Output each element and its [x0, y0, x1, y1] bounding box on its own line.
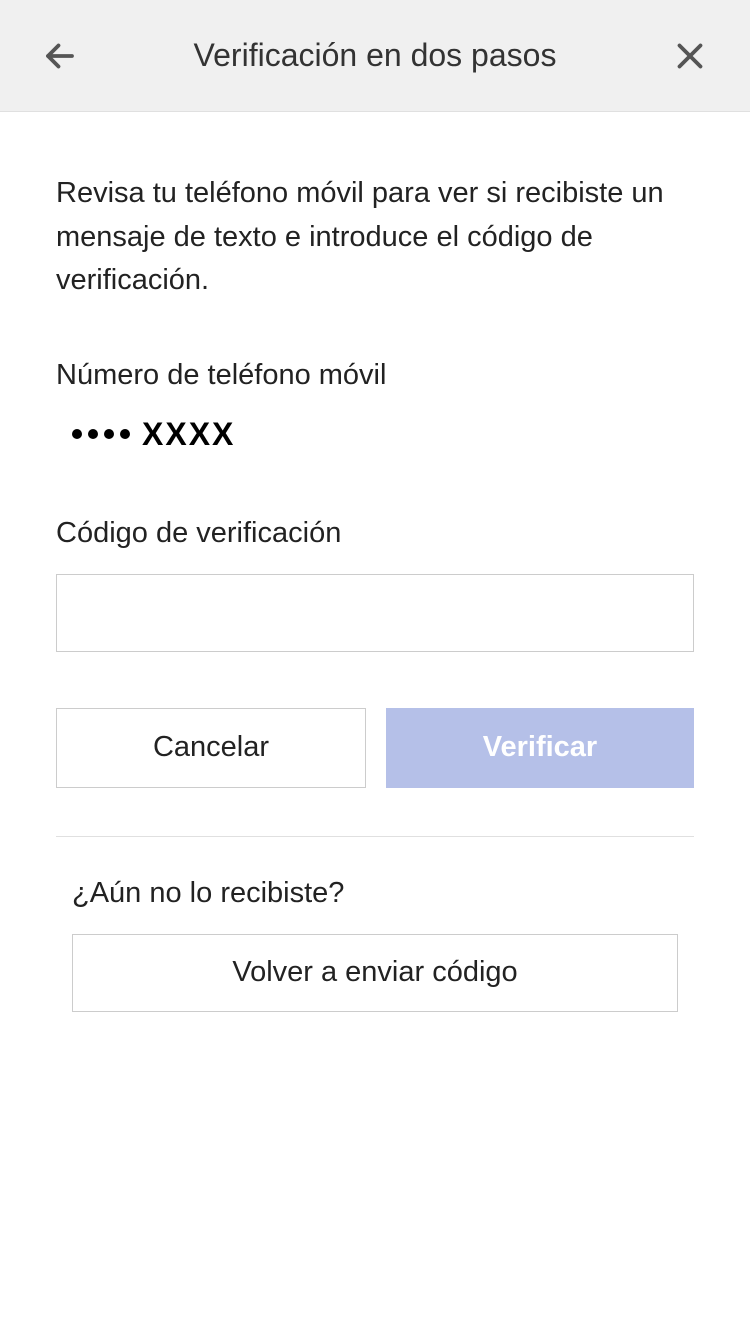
action-buttons: Cancelar Verificar — [56, 708, 694, 788]
code-label: Código de verificación — [56, 517, 694, 550]
phone-number-display: XXXX — [56, 416, 694, 453]
phone-masked-text: XXXX — [142, 416, 235, 453]
verify-button-label: Verificar — [483, 731, 597, 764]
resend-prompt: ¿Aún no lo recibiste? — [72, 877, 678, 910]
close-button[interactable] — [670, 36, 710, 76]
phone-label: Número de teléfono móvil — [56, 359, 694, 392]
mask-dot-icon — [104, 429, 114, 439]
resend-section: ¿Aún no lo recibiste? Volver a enviar có… — [56, 877, 694, 1012]
back-button[interactable] — [40, 36, 80, 76]
cancel-button-label: Cancelar — [153, 731, 269, 764]
resend-code-button[interactable]: Volver a enviar código — [72, 934, 678, 1012]
arrow-left-icon — [42, 38, 78, 74]
page-title: Verificación en dos pasos — [80, 37, 670, 74]
resend-button-label: Volver a enviar código — [232, 956, 517, 989]
instruction-text: Revisa tu teléfono móvil para ver si rec… — [56, 172, 694, 303]
mask-dot-icon — [120, 429, 130, 439]
cancel-button[interactable]: Cancelar — [56, 708, 366, 788]
header: Verificación en dos pasos — [0, 0, 750, 112]
main-content: Revisa tu teléfono móvil para ver si rec… — [0, 112, 750, 1012]
mask-dot-icon — [88, 429, 98, 439]
verify-button[interactable]: Verificar — [386, 708, 694, 788]
verification-code-input[interactable] — [56, 574, 694, 652]
divider — [56, 836, 694, 837]
close-icon — [672, 38, 708, 74]
mask-dot-icon — [72, 429, 82, 439]
